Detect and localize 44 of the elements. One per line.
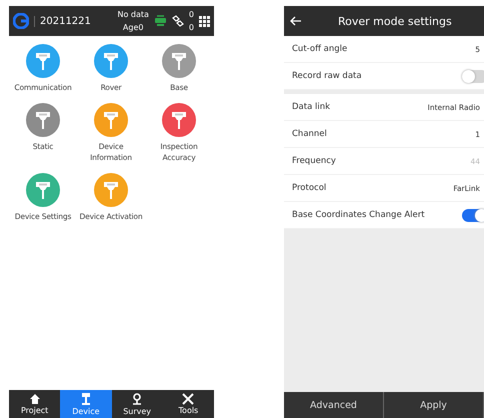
setting-label: Protocol xyxy=(292,183,326,193)
receiver-icon xyxy=(34,180,52,200)
app-icon[interactable] xyxy=(94,44,128,78)
receiver-icon xyxy=(102,51,120,71)
setting-label: Data link xyxy=(292,102,330,112)
app-icon[interactable] xyxy=(162,103,196,137)
receiver-icon xyxy=(102,180,120,200)
app-icon[interactable] xyxy=(26,103,60,137)
nav-tab[interactable]: Survey xyxy=(112,390,163,418)
app-icon[interactable] xyxy=(26,173,60,207)
setting-label: Channel xyxy=(292,129,327,139)
satellite-count: 0 xyxy=(188,22,194,34)
receiver-icon xyxy=(102,110,120,130)
home-icon xyxy=(28,393,41,405)
receiver-icon xyxy=(170,110,188,130)
back-arrow-icon[interactable] xyxy=(290,16,302,26)
nav-tab[interactable]: Project xyxy=(9,390,60,418)
solution-status: No data xyxy=(117,9,149,21)
toggle-switch[interactable] xyxy=(462,70,484,82)
nav-tab[interactable]: Device xyxy=(60,390,112,418)
setting-label: Record raw data xyxy=(292,71,362,81)
satellite-icon[interactable] xyxy=(172,15,184,27)
receiver-icon[interactable] xyxy=(154,15,167,27)
screen-title: Rover mode settings xyxy=(338,14,452,28)
age-label: Age0 xyxy=(122,22,144,34)
setting-label: Base Coordinates Change Alert xyxy=(292,210,425,220)
nav-tab[interactable]: Tools xyxy=(162,390,214,418)
app-icon[interactable] xyxy=(94,173,128,207)
setting-label: Cut-off angle xyxy=(292,44,348,54)
logo-icon xyxy=(13,13,29,29)
receiver-icon xyxy=(34,110,52,130)
satellite-count: 0 xyxy=(188,9,194,21)
app-icon[interactable] xyxy=(26,44,60,78)
setting-label: Frequency xyxy=(292,156,336,166)
toggle-switch[interactable] xyxy=(462,208,484,222)
receiver-icon xyxy=(80,393,92,406)
device-code: 20211221 xyxy=(34,16,91,26)
receiver-icon xyxy=(170,51,188,71)
grid-menu-icon[interactable] xyxy=(199,16,210,26)
app-icon[interactable] xyxy=(162,44,196,78)
tools-icon xyxy=(182,393,194,405)
location-pin-icon xyxy=(131,393,144,406)
receiver-icon xyxy=(34,51,52,71)
app-icon[interactable] xyxy=(94,103,128,137)
